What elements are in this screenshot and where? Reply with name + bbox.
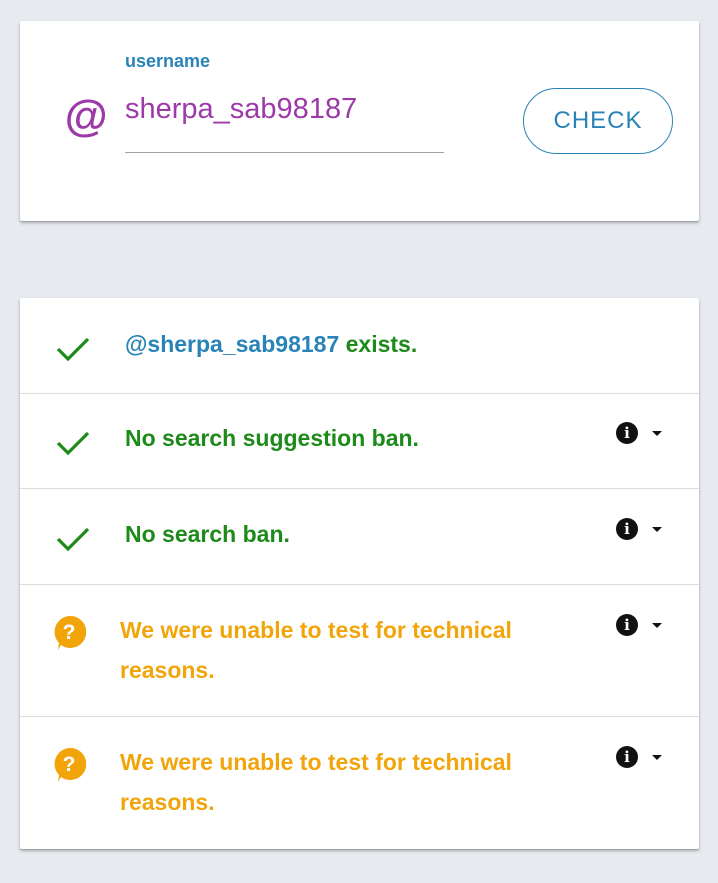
info-dropdown[interactable]: i	[616, 516, 670, 542]
caret-down-icon[interactable]	[652, 430, 662, 436]
question-bubble-icon: ?	[54, 615, 86, 650]
result-text: No search ban.	[125, 521, 290, 547]
check-icon	[56, 527, 90, 552]
result-row-search-ban: No search ban. i	[20, 489, 699, 585]
svg-text:?: ?	[63, 753, 76, 776]
result-username: @sherpa_sab98187	[125, 331, 340, 357]
result-text: We were unable to test for technical rea…	[120, 742, 512, 822]
username-input-underline	[125, 152, 444, 153]
result-row-unknown-1: ? We were unable to test for technical r…	[20, 585, 699, 717]
info-icon[interactable]: i	[616, 422, 638, 444]
info-dropdown[interactable]: i	[616, 612, 670, 638]
username-card: @ username sherpa_sab98187 CHECK	[20, 21, 699, 221]
result-text: We were unable to test for technical rea…	[120, 610, 512, 690]
result-text-line2: reasons.	[120, 789, 215, 815]
username-label: username	[125, 51, 211, 71]
result-text-line1: We were unable to test for technical	[120, 617, 512, 643]
check-icon	[56, 337, 90, 362]
check-icon	[56, 431, 90, 456]
info-icon[interactable]: i	[616, 746, 638, 768]
info-dropdown[interactable]: i	[616, 744, 670, 770]
username-input[interactable]: sherpa_sab98187	[125, 93, 445, 126]
at-sign-icon: @	[64, 92, 107, 141]
info-icon[interactable]: i	[616, 614, 638, 636]
result-text: No search suggestion ban.	[125, 425, 419, 451]
info-dropdown[interactable]: i	[616, 420, 670, 446]
result-text-line1: We were unable to test for technical	[120, 749, 512, 775]
result-row-exists: @sherpa_sab98187 exists.	[20, 298, 699, 394]
caret-down-icon[interactable]	[652, 526, 662, 532]
svg-text:?: ?	[63, 621, 76, 644]
result-text: @sherpa_sab98187 exists.	[125, 324, 417, 364]
result-row-search-suggestion: No search suggestion ban. i	[20, 394, 699, 489]
info-icon[interactable]: i	[616, 518, 638, 540]
check-button[interactable]: CHECK	[523, 88, 673, 154]
caret-down-icon[interactable]	[652, 754, 662, 760]
result-text-line2: reasons.	[120, 657, 215, 683]
results-card: @sherpa_sab98187 exists. No search sugge…	[20, 298, 699, 849]
caret-down-icon[interactable]	[652, 622, 662, 628]
question-bubble-icon: ?	[54, 747, 86, 782]
result-exists-text: exists.	[339, 331, 418, 357]
result-row-unknown-2: ? We were unable to test for technical r…	[20, 717, 699, 849]
